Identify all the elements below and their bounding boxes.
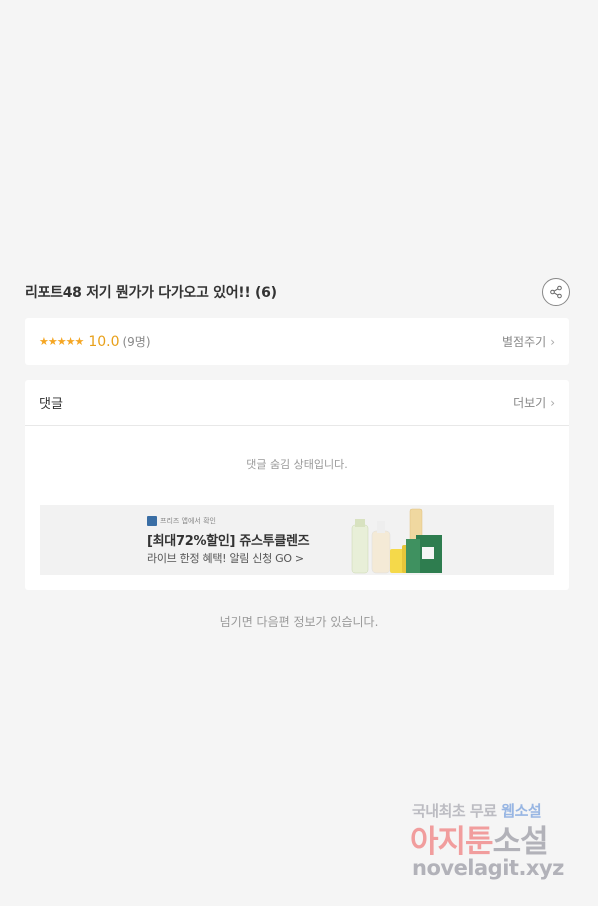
comment-more-label: 더보기 — [513, 396, 547, 410]
share-button[interactable] — [542, 278, 570, 306]
chevron-right-icon: › — [550, 395, 555, 410]
comment-card: 댓글 더보기 › 댓글 숨김 상태입니다. 프리즈 앱에서 확인 [최대72%할… — [25, 380, 569, 590]
ad-brand-label: 프리즈 앱에서 확인 — [160, 517, 216, 525]
product-image — [351, 508, 442, 574]
star-rating: ★★★★★ — [39, 335, 84, 348]
rating-summary: ★★★★★ 10.0 (9명) — [39, 333, 151, 350]
watermark: 국내최초 무료 웹소설 아지툰소설 novelagit.xyz — [410, 800, 582, 890]
ad-banner[interactable]: 프리즈 앱에서 확인 [최대72%할인] 쥬스투클렌즈 라이브 한정 혜택! 알… — [40, 505, 554, 575]
next-episode-info: 넘기면 다음편 정보가 있습니다. — [219, 615, 379, 629]
watermark-line2: 아지툰소설 — [410, 824, 549, 860]
rating-card: ★★★★★ 10.0 (9명) 별점주기 › — [25, 318, 569, 365]
comment-more-button[interactable]: 더보기 › — [513, 394, 555, 411]
ad-subtitle: 라이브 한정 혜택! 알림 신청 GO > — [147, 552, 304, 565]
episode-title: 리포트48 저기 뭔가가 다가오고 있어!! (6) — [25, 285, 277, 301]
ad-title: [최대72%할인] 쥬스투클렌즈 — [147, 534, 310, 549]
rating-score: 10.0 — [88, 333, 120, 350]
comment-header: 댓글 더보기 › — [25, 380, 569, 426]
episode-header: 리포트48 저기 뭔가가 다가오고 있어!! (6) — [25, 276, 570, 308]
comment-hidden-message: 댓글 숨김 상태입니다. — [246, 458, 348, 471]
chevron-right-icon: › — [550, 334, 555, 349]
rate-button-label: 별점주기 — [502, 335, 547, 349]
watermark-line3: novelagit.xyz — [412, 856, 564, 880]
comment-title: 댓글 — [39, 397, 63, 412]
ad-brand: 프리즈 앱에서 확인 — [147, 516, 216, 526]
app-icon — [147, 516, 157, 526]
rating-count: (9명) — [122, 335, 151, 349]
share-icon — [550, 285, 562, 299]
rate-button[interactable]: 별점주기 › — [502, 333, 555, 350]
